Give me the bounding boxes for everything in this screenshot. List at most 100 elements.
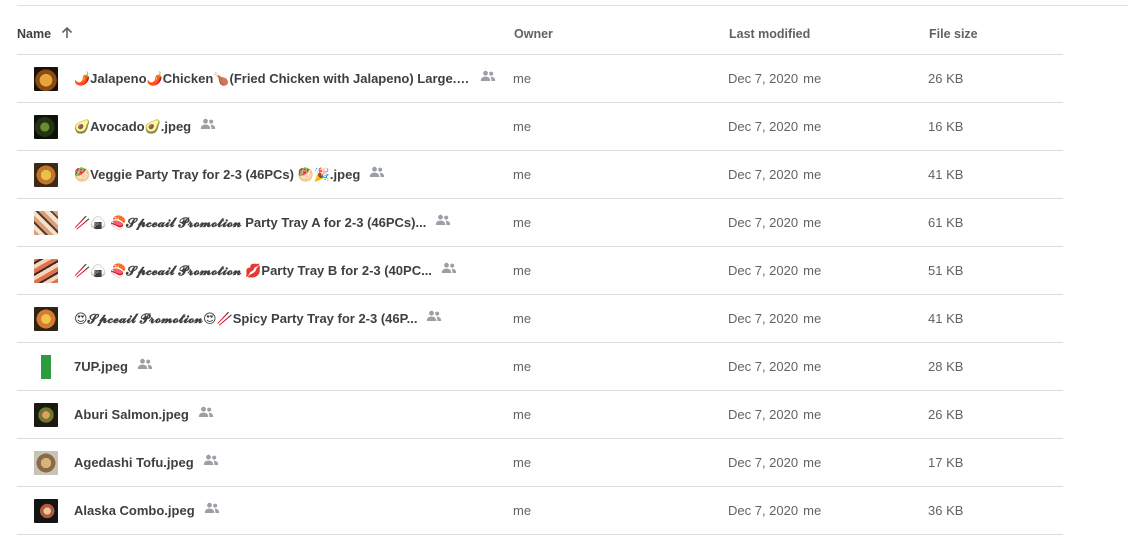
image-thumbnail bbox=[34, 67, 58, 91]
file-name[interactable]: 🥑Avocado🥑.jpeg bbox=[74, 119, 191, 135]
file-name[interactable]: Agedashi Tofu.jpeg bbox=[74, 455, 194, 470]
file-last-modified: Dec 7, 2020 me bbox=[728, 455, 821, 470]
file-row[interactable]: 🥑Avocado🥑.jpeg me Dec 7, 2020 me 16 KB bbox=[17, 103, 1063, 151]
people-icon bbox=[203, 454, 219, 466]
file-name-cell[interactable]: Aburi Salmon.jpeg bbox=[74, 391, 504, 438]
file-size: 41 KB bbox=[928, 311, 964, 326]
file-row[interactable]: 🥢🍙 🍣𝓢𝓹𝓬𝓮𝓪𝓲𝓵 𝓟𝓻𝓸𝓶𝓸𝓽𝓲𝓸𝓷 💋Party Tray B for … bbox=[17, 247, 1063, 295]
column-header-name-label: Name bbox=[17, 27, 52, 41]
file-row[interactable]: Aburi Salmon.jpeg me Dec 7, 2020 me 26 KB bbox=[17, 391, 1063, 439]
file-list-header: Name Owner Last modified File size bbox=[17, 13, 1063, 55]
file-name[interactable]: Alaska Combo.jpeg bbox=[74, 503, 195, 518]
file-name-cell[interactable]: 🌶️Jalapeno🌶️Chicken🍗(Fried Chicken with … bbox=[74, 55, 504, 102]
file-last-modified: Dec 7, 2020 me bbox=[728, 311, 821, 326]
file-size: 26 KB bbox=[928, 71, 964, 86]
file-owner: me bbox=[513, 359, 532, 374]
file-owner: me bbox=[513, 167, 532, 182]
column-header-owner[interactable]: Owner bbox=[514, 27, 553, 41]
people-icon bbox=[198, 406, 214, 418]
file-name-cell[interactable]: 😍𝓢𝓹𝓬𝓮𝓪𝓲𝓵 𝓟𝓻𝓸𝓶𝓸𝓽𝓲𝓸𝓷😍🥢Spicy Party Tray for… bbox=[74, 295, 504, 342]
file-row[interactable]: 🥙Veggie Party Tray for 2-3 (46PCs) 🥙🎉.jp… bbox=[17, 151, 1063, 199]
modified-date: Dec 7, 2020 bbox=[728, 119, 799, 134]
people-icon bbox=[204, 502, 220, 514]
file-last-modified: Dec 7, 2020 me bbox=[728, 359, 821, 374]
modified-date: Dec 7, 2020 bbox=[728, 215, 799, 230]
file-list: Name Owner Last modified File size 🌶️Jal… bbox=[17, 13, 1063, 535]
column-header-file-size[interactable]: File size bbox=[929, 27, 978, 41]
image-thumbnail bbox=[34, 403, 58, 427]
image-thumbnail bbox=[34, 307, 58, 331]
file-name-cell[interactable]: Alaska Combo.jpeg bbox=[74, 487, 504, 534]
top-divider bbox=[17, 5, 1128, 6]
file-row[interactable]: Agedashi Tofu.jpeg me Dec 7, 2020 me 17 K… bbox=[17, 439, 1063, 487]
modified-by: me bbox=[803, 215, 822, 230]
arrow-up-icon[interactable] bbox=[60, 26, 74, 40]
image-thumbnail bbox=[34, 211, 58, 235]
image-thumbnail bbox=[34, 499, 58, 523]
people-icon bbox=[137, 358, 153, 370]
file-last-modified: Dec 7, 2020 me bbox=[728, 263, 821, 278]
people-icon bbox=[435, 214, 451, 226]
file-last-modified: Dec 7, 2020 me bbox=[728, 503, 821, 518]
file-owner: me bbox=[513, 119, 532, 134]
file-size: 61 KB bbox=[928, 215, 964, 230]
file-name[interactable]: 🥢🍙 🍣𝓢𝓹𝓬𝓮𝓪𝓲𝓵 𝓟𝓻𝓸𝓶𝓸𝓽𝓲𝓸𝓷 💋Party Tray B for … bbox=[74, 263, 432, 279]
modified-by: me bbox=[803, 503, 822, 518]
image-thumbnail bbox=[34, 259, 58, 283]
file-last-modified: Dec 7, 2020 me bbox=[728, 167, 821, 182]
modified-date: Dec 7, 2020 bbox=[728, 311, 799, 326]
modified-date: Dec 7, 2020 bbox=[728, 167, 799, 182]
file-name-cell[interactable]: 🥑Avocado🥑.jpeg bbox=[74, 103, 504, 150]
file-last-modified: Dec 7, 2020 me bbox=[728, 119, 821, 134]
modified-date: Dec 7, 2020 bbox=[728, 407, 799, 422]
file-name-cell[interactable]: 🥢🍙 🍣𝓢𝓹𝓬𝓮𝓪𝓲𝓵 𝓟𝓻𝓸𝓶𝓸𝓽𝓲𝓸𝓷 💋Party Tray B for … bbox=[74, 247, 504, 294]
modified-by: me bbox=[803, 119, 822, 134]
image-thumbnail bbox=[34, 451, 58, 475]
modified-date: Dec 7, 2020 bbox=[728, 455, 799, 470]
people-icon bbox=[369, 166, 385, 178]
file-name-cell[interactable]: 7UP.jpeg bbox=[74, 343, 504, 390]
file-name-cell[interactable]: Agedashi Tofu.jpeg bbox=[74, 439, 504, 486]
image-thumbnail bbox=[34, 115, 58, 139]
file-row[interactable]: 🌶️Jalapeno🌶️Chicken🍗(Fried Chicken with … bbox=[17, 55, 1063, 103]
modified-by: me bbox=[803, 359, 822, 374]
file-size: 16 KB bbox=[928, 119, 964, 134]
file-owner: me bbox=[513, 71, 532, 86]
modified-by: me bbox=[803, 167, 822, 182]
modified-date: Dec 7, 2020 bbox=[728, 263, 799, 278]
modified-date: Dec 7, 2020 bbox=[728, 359, 799, 374]
image-thumbnail bbox=[34, 163, 58, 187]
file-owner: me bbox=[513, 263, 532, 278]
file-name[interactable]: Aburi Salmon.jpeg bbox=[74, 407, 189, 422]
file-owner: me bbox=[513, 215, 532, 230]
file-owner: me bbox=[513, 311, 532, 326]
file-last-modified: Dec 7, 2020 me bbox=[728, 71, 821, 86]
file-name-cell[interactable]: 🥙Veggie Party Tray for 2-3 (46PCs) 🥙🎉.jp… bbox=[74, 151, 504, 198]
image-thumbnail bbox=[34, 355, 58, 379]
column-header-last-modified[interactable]: Last modified bbox=[729, 27, 810, 41]
file-name-cell[interactable]: 🥢🍙 🍣𝓢𝓹𝓬𝓮𝓪𝓲𝓵 𝓟𝓻𝓸𝓶𝓸𝓽𝓲𝓸𝓷 Party Tray A for 2… bbox=[74, 199, 504, 246]
modified-by: me bbox=[803, 311, 822, 326]
file-name[interactable]: 🥙Veggie Party Tray for 2-3 (46PCs) 🥙🎉.jp… bbox=[74, 167, 360, 183]
file-name[interactable]: 😍𝓢𝓹𝓬𝓮𝓪𝓲𝓵 𝓟𝓻𝓸𝓶𝓸𝓽𝓲𝓸𝓷😍🥢Spicy Party Tray for… bbox=[74, 311, 417, 327]
modified-by: me bbox=[803, 71, 822, 86]
file-row[interactable]: 7UP.jpeg me Dec 7, 2020 me 28 KB bbox=[17, 343, 1063, 391]
file-rows: 🌶️Jalapeno🌶️Chicken🍗(Fried Chicken with … bbox=[17, 55, 1063, 535]
file-size: 36 KB bbox=[928, 503, 964, 518]
file-name[interactable]: 🥢🍙 🍣𝓢𝓹𝓬𝓮𝓪𝓲𝓵 𝓟𝓻𝓸𝓶𝓸𝓽𝓲𝓸𝓷 Party Tray A for 2… bbox=[74, 215, 426, 231]
modified-date: Dec 7, 2020 bbox=[728, 71, 799, 86]
file-row[interactable]: 🥢🍙 🍣𝓢𝓹𝓬𝓮𝓪𝓲𝓵 𝓟𝓻𝓸𝓶𝓸𝓽𝓲𝓸𝓷 Party Tray A for 2… bbox=[17, 199, 1063, 247]
people-icon bbox=[426, 310, 442, 322]
file-size: 28 KB bbox=[928, 359, 964, 374]
column-header-name[interactable]: Name bbox=[17, 26, 74, 41]
file-row[interactable]: 😍𝓢𝓹𝓬𝓮𝓪𝓲𝓵 𝓟𝓻𝓸𝓶𝓸𝓽𝓲𝓸𝓷😍🥢Spicy Party Tray for… bbox=[17, 295, 1063, 343]
modified-date: Dec 7, 2020 bbox=[728, 503, 799, 518]
file-name[interactable]: 🌶️Jalapeno🌶️Chicken🍗(Fried Chicken with … bbox=[74, 71, 471, 87]
file-last-modified: Dec 7, 2020 me bbox=[728, 215, 821, 230]
file-name[interactable]: 7UP.jpeg bbox=[74, 359, 128, 374]
modified-by: me bbox=[803, 263, 822, 278]
file-owner: me bbox=[513, 455, 532, 470]
file-row[interactable]: Alaska Combo.jpeg me Dec 7, 2020 me 36 KB bbox=[17, 487, 1063, 535]
people-icon bbox=[200, 118, 216, 130]
people-icon bbox=[441, 262, 457, 274]
